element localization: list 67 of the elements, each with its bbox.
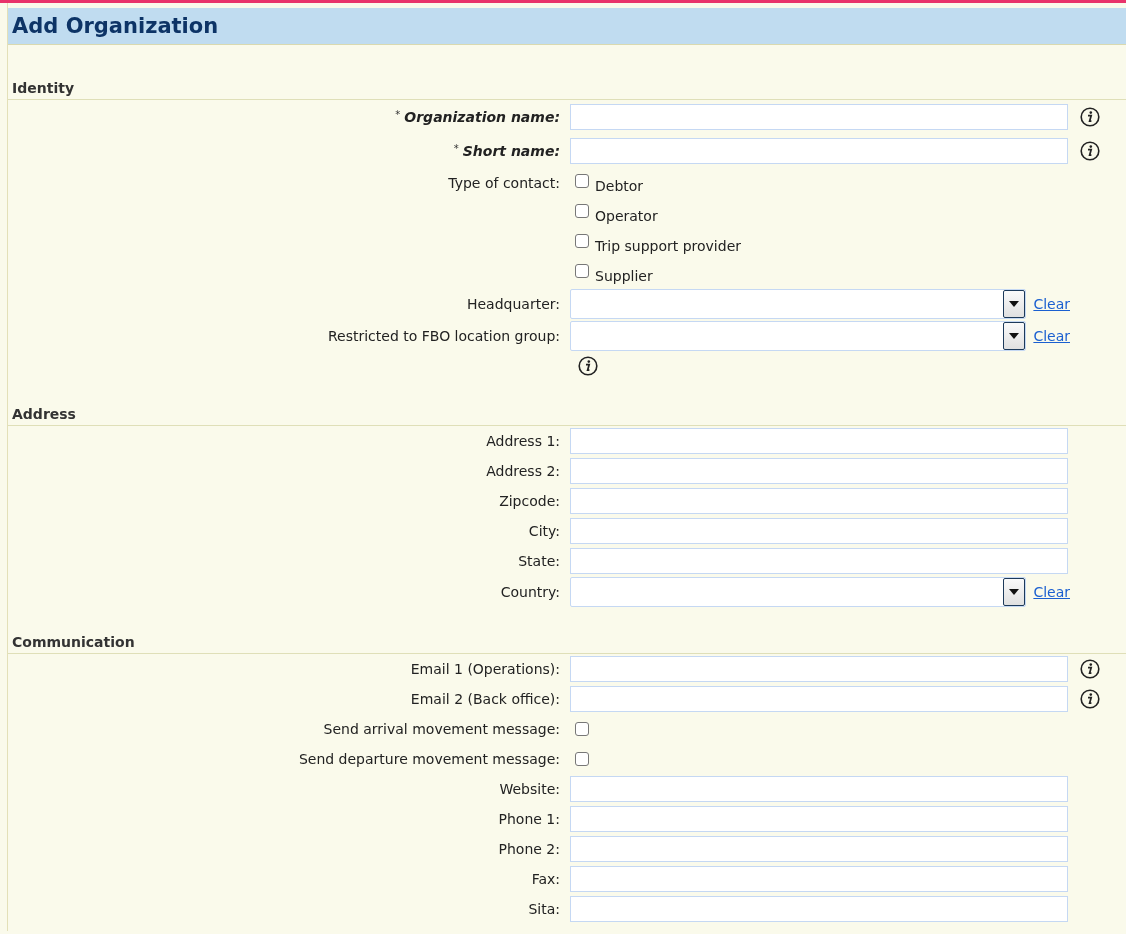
info-icon[interactable] — [1080, 689, 1100, 709]
field-label: Send arrival movement message: — [323, 721, 560, 737]
checkbox[interactable] — [575, 234, 589, 248]
caret-icon — [1009, 589, 1020, 595]
text-field[interactable] — [570, 488, 1068, 514]
field-label: Email 2 (Back office): — [410, 691, 560, 707]
field-label: Send departure movement message: — [298, 751, 560, 767]
info-icon[interactable] — [1080, 107, 1100, 127]
field-label: Address 2: — [486, 463, 560, 479]
caret-icon — [1009, 301, 1020, 307]
field-label: Website: — [499, 781, 560, 797]
field-label: Sita: — [528, 901, 560, 917]
text-field[interactable] — [570, 806, 1068, 832]
section-title: Communication — [11, 633, 136, 652]
clear-link[interactable]: Clear — [1033, 328, 1070, 344]
dropdown-field[interactable] — [570, 321, 1027, 351]
text-field[interactable] — [570, 836, 1068, 862]
clear-link[interactable]: Clear — [1033, 296, 1070, 312]
checkbox[interactable] — [575, 752, 589, 766]
dropdown-button[interactable] — [1003, 578, 1026, 606]
text-field[interactable] — [570, 104, 1068, 130]
text-field[interactable] — [570, 896, 1068, 922]
checkbox[interactable] — [575, 264, 589, 278]
field-label: Country: — [500, 584, 560, 600]
text-field[interactable] — [570, 866, 1068, 892]
field-label: Type of contact: — [448, 175, 560, 191]
checkbox[interactable] — [575, 204, 589, 218]
field-label: Restricted to FBO location group: — [327, 328, 560, 344]
text-field[interactable] — [570, 776, 1068, 802]
field-label: Zipcode: — [499, 493, 560, 509]
dropdown-field[interactable] — [570, 577, 1027, 607]
clear-link[interactable]: Clear — [1033, 584, 1070, 600]
page-title: Add Organization — [8, 8, 1126, 45]
dropdown-field[interactable] — [570, 289, 1027, 319]
text-field[interactable] — [570, 656, 1068, 682]
text-field[interactable] — [570, 548, 1068, 574]
dropdown-button[interactable] — [1003, 290, 1026, 318]
info-icon[interactable] — [1080, 141, 1100, 161]
checkbox[interactable] — [575, 174, 589, 188]
text-field[interactable] — [570, 428, 1068, 454]
field-label: Organization name: — [404, 109, 560, 125]
field-label: Phone 1: — [498, 811, 560, 827]
info-icon[interactable] — [578, 356, 598, 376]
field-label: Short name: — [462, 143, 560, 159]
field-label: Phone 2: — [498, 841, 560, 857]
field-label: City: — [528, 523, 560, 539]
info-icon[interactable] — [1080, 659, 1100, 679]
field-label: State: — [518, 553, 560, 569]
text-field[interactable] — [570, 458, 1068, 484]
checkbox[interactable] — [575, 722, 589, 736]
checkbox-label: Supplier — [595, 267, 653, 284]
checkbox-label: Trip support provider — [595, 237, 741, 254]
text-field[interactable] — [570, 686, 1068, 712]
dropdown-button[interactable] — [1003, 322, 1026, 350]
field-label: Email 1 (Operations): — [410, 661, 560, 677]
caret-icon — [1009, 333, 1020, 339]
required-mark: * — [453, 143, 459, 154]
checkbox-label: Operator — [595, 207, 658, 224]
section-title: Identity — [11, 79, 75, 98]
field-label: Headquarter: — [466, 296, 560, 312]
text-field[interactable] — [570, 518, 1068, 544]
required-mark: * — [395, 109, 401, 120]
field-label: Address 1: — [486, 433, 560, 449]
section-title: Address — [11, 405, 77, 424]
field-label: Fax: — [531, 871, 560, 887]
text-field[interactable] — [570, 138, 1068, 164]
checkbox-label: Debtor — [595, 177, 644, 194]
